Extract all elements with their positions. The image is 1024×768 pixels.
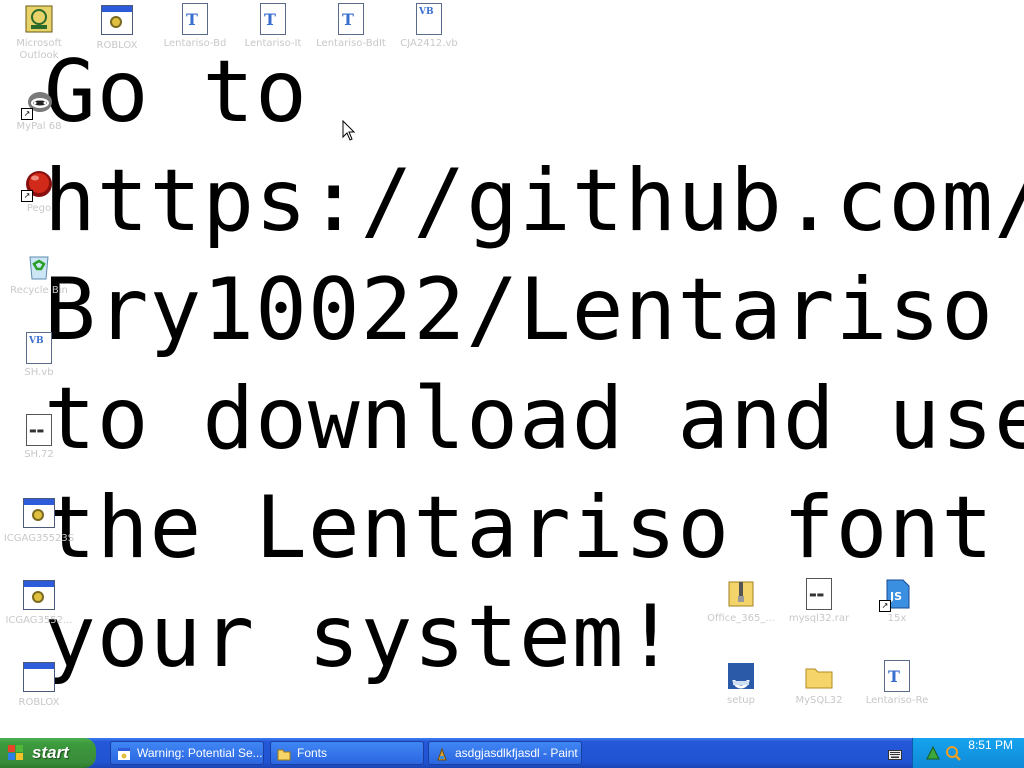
vb-file-icon: VB — [26, 332, 52, 364]
desktop-icon-sh-72[interactable]: ▬▬ SH.72 — [0, 414, 78, 461]
taskbar-item-label: Fonts — [297, 746, 328, 760]
font-file-icon: T — [884, 660, 910, 692]
network-icon[interactable] — [925, 745, 941, 765]
icon-label: ICGAG3552... — [5, 615, 73, 626]
desktop-icon-lentariso-re[interactable]: T Lentariso-Re — [858, 660, 936, 707]
search-icon[interactable] — [945, 745, 961, 765]
application-icon — [101, 5, 133, 35]
desktop-icon-roblox-2[interactable]: ROBLOX — [0, 660, 78, 709]
wallpaper-line: Bry10022/Lentariso — [44, 260, 994, 360]
start-button[interactable]: start — [0, 738, 96, 768]
paint-icon — [435, 746, 449, 761]
taskbar-item-fonts[interactable]: Fonts — [270, 741, 424, 765]
icon-label: SH.72 — [24, 449, 54, 460]
file-icon: ▬▬ — [26, 414, 52, 446]
desktop-icon-lentariso-bd[interactable]: T Lentariso-Bd — [156, 3, 234, 50]
mouse-cursor-icon — [342, 119, 356, 146]
wallpaper-line: the Lentariso font on — [44, 478, 1024, 578]
icon-label: setup — [727, 695, 755, 706]
shortcut-arrow-icon: ↗ — [21, 190, 33, 202]
icon-label: ROBLOX — [18, 697, 60, 708]
icon-label: 15x — [887, 613, 907, 624]
icon-label: MySQL32 — [795, 695, 843, 706]
archive-file-icon: ▬▬ — [806, 578, 832, 610]
wallpaper-line: to download and use — [44, 369, 1024, 469]
icon-label: ROBLOX — [96, 40, 138, 51]
font-file-icon: T — [338, 3, 364, 35]
wallpaper-line: https://github.com/ — [44, 151, 1024, 251]
icon-label: SH.vb — [24, 367, 54, 378]
desktop-icon-sh-vb[interactable]: VB SH.vb — [0, 332, 78, 379]
desktop-icon-icgag-2[interactable]: ICGAG3552... — [0, 578, 78, 627]
zip-folder-icon — [725, 578, 757, 610]
js-file-icon: JS ↗ — [879, 578, 913, 612]
font-file-icon: T — [260, 3, 286, 35]
desktop-icon-setup[interactable]: setup — [702, 660, 780, 707]
mypal-icon: ↗ — [21, 86, 55, 120]
application-icon — [117, 746, 131, 760]
taskbar: start Warning: Potential Se... Fonts asd… — [0, 738, 1024, 768]
icon-label: Lentariso-Re — [865, 695, 929, 706]
shortcut-arrow-icon: ↗ — [21, 108, 33, 120]
icon-label: CJA2412.vb — [400, 38, 458, 49]
icon-label: Office_365_... — [707, 613, 775, 624]
icon-label: MyPal 68 — [16, 121, 62, 132]
icon-label: mysql32.rar — [788, 613, 850, 624]
recycle-bin-icon — [23, 250, 55, 282]
desktop-icon-cja-vb[interactable]: VB CJA2412.vb — [390, 3, 468, 50]
pego-icon: ↗ — [21, 168, 55, 202]
desktop-icon-mysql-rar[interactable]: ▬▬ mysql32.rar — [780, 578, 858, 625]
wallpaper-line: Go to — [44, 42, 308, 142]
clock[interactable]: 8:51 PM — [968, 738, 1013, 752]
windows-logo-icon — [8, 745, 24, 761]
desktop-icon-lentariso-bdit[interactable]: T Lentariso-BdIt — [312, 3, 390, 50]
taskbar-item-warning[interactable]: Warning: Potential Se... — [110, 741, 264, 765]
desktop-icon-roblox[interactable]: ROBLOX — [78, 3, 156, 52]
desktop-icon-pego[interactable]: ↗ Pego — [0, 168, 78, 215]
icon-label: Lentariso-BdIt — [316, 38, 386, 49]
taskbar-item-paint[interactable]: asdgjasdlkfjasdl - Paint — [428, 741, 582, 765]
shortcut-arrow-icon: ↗ — [879, 600, 891, 612]
folder-icon — [803, 660, 835, 692]
application-icon — [23, 498, 55, 528]
desktop-icon-mysql32[interactable]: MySQL32 — [780, 660, 858, 707]
desktop-icon-icgag-1[interactable]: ICGAG35523S — [0, 496, 78, 545]
vb-file-icon: VB — [416, 3, 442, 35]
desktop-icon-office[interactable]: Office_365_... — [702, 578, 780, 625]
taskbar-item-label: Warning: Potential Se... — [137, 746, 263, 760]
start-label: start — [32, 743, 69, 762]
font-file-icon: T — [182, 3, 208, 35]
folder-icon — [277, 746, 291, 761]
icon-label: Lentariso-It — [244, 38, 302, 49]
desktop-icon-outlook[interactable]: Microsoft Outlook — [0, 3, 78, 62]
outlook-icon — [23, 3, 55, 35]
desktop: Go to https://github.com/ Bry10022/Lenta… — [0, 0, 1024, 738]
desktop-icon-lentariso-it[interactable]: T Lentariso-It — [234, 3, 312, 50]
icon-label: Microsoft Outlook — [16, 38, 62, 61]
setup-icon — [725, 660, 757, 692]
icon-label: Pego — [26, 203, 52, 214]
window-icon — [23, 662, 55, 692]
system-tray: 8:51 PM — [912, 738, 1024, 768]
keyboard-icon[interactable] — [888, 746, 902, 760]
icon-label: Lentariso-Bd — [163, 38, 227, 49]
desktop-icon-recycle-bin[interactable]: Recycle Bin — [0, 250, 78, 297]
application-icon — [23, 580, 55, 610]
icon-label: ICGAG35523S — [3, 533, 75, 544]
icon-label: Recycle Bin — [10, 285, 68, 296]
desktop-icon-mypal[interactable]: ↗ MyPal 68 — [0, 86, 78, 133]
taskbar-item-label: asdgjasdlkfjasdl - Paint — [455, 746, 578, 760]
desktop-icon-15x[interactable]: JS ↗ 15x — [858, 578, 936, 625]
